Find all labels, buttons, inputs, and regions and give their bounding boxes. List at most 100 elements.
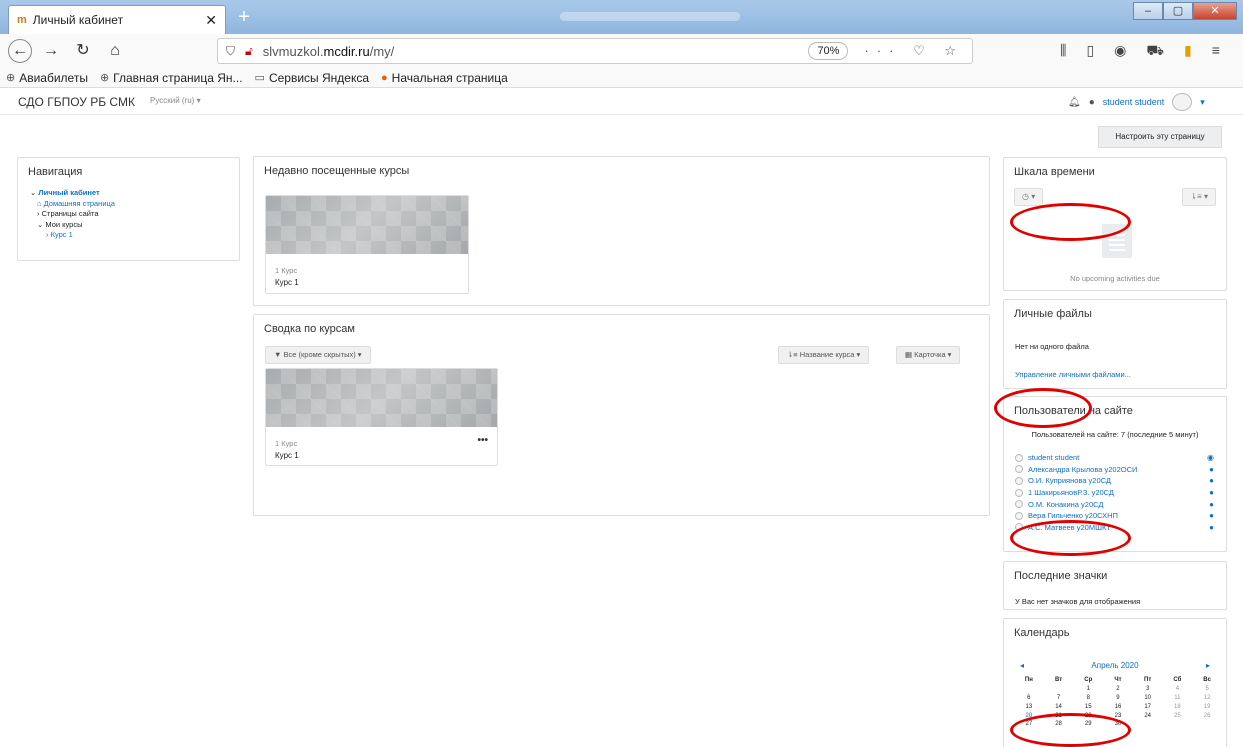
- calendar-day[interactable]: 20: [1014, 711, 1044, 720]
- calendar-day[interactable]: 17: [1133, 702, 1163, 711]
- course-name[interactable]: Курс 1: [275, 278, 299, 287]
- course-name[interactable]: Курс 1: [275, 451, 299, 460]
- calendar-day[interactable]: 11: [1163, 694, 1193, 703]
- message-icon[interactable]: ●: [1209, 465, 1214, 474]
- list-item[interactable]: О.М. Конакина у20СД ●: [1015, 498, 1214, 510]
- url-text[interactable]: slvmuzkol.mcdir.ru/my/: [263, 44, 809, 59]
- calendar-day[interactable]: 16: [1103, 702, 1133, 711]
- calendar-day[interactable]: 30: [1103, 720, 1133, 729]
- address-bar[interactable]: ⛉ 🔓︎ slvmuzkol.mcdir.ru/my/ 70% ··· ♡ ☆: [217, 38, 973, 64]
- bookmark-item[interactable]: ⊕ Авиабилеты: [6, 71, 88, 85]
- calendar-day[interactable]: 22: [1073, 711, 1103, 720]
- message-icon[interactable]: ●: [1209, 476, 1214, 485]
- eye-icon[interactable]: ◉: [1207, 453, 1214, 462]
- calendar-day[interactable]: [1133, 720, 1163, 729]
- course-image[interactable]: [266, 196, 468, 254]
- list-item[interactable]: О.И. Куприянова у20СД ●: [1015, 475, 1214, 487]
- back-icon[interactable]: ←: [8, 39, 32, 63]
- list-item[interactable]: student student ◉: [1015, 452, 1214, 464]
- new-tab-button[interactable]: +: [232, 6, 256, 30]
- account-icon[interactable]: ◉: [1114, 42, 1126, 61]
- course-card[interactable]: 1 Курс Курс 1 •••: [265, 368, 498, 466]
- message-icon[interactable]: ●: [1209, 500, 1214, 509]
- calendar-day[interactable]: 23: [1103, 711, 1133, 720]
- site-brand[interactable]: СДО ГБПОУ РБ СМК: [18, 95, 135, 109]
- bookmark-item[interactable]: ⊕ Главная страница Ян...: [100, 71, 243, 85]
- message-icon[interactable]: ●: [1209, 511, 1214, 520]
- message-icon[interactable]: ●: [1209, 523, 1214, 532]
- calendar-day[interactable]: 21: [1044, 711, 1074, 720]
- calendar-month[interactable]: Апрель 2020: [1091, 661, 1138, 670]
- calendar-day[interactable]: 25: [1163, 711, 1193, 720]
- calendar-day[interactable]: 1: [1073, 685, 1103, 694]
- calendar-day[interactable]: 10: [1133, 694, 1163, 703]
- sidebar-icon[interactable]: ▯: [1086, 42, 1094, 61]
- calendar-day[interactable]: [1163, 720, 1193, 729]
- zoom-level[interactable]: 70%: [808, 42, 849, 60]
- calendar-day[interactable]: 28: [1044, 720, 1074, 729]
- avatar[interactable]: [1172, 93, 1193, 111]
- list-item[interactable]: А.С. Матвеев у20МШКТ ●: [1015, 522, 1214, 534]
- list-item[interactable]: Вера Гильченко у20СХНП ●: [1015, 510, 1214, 522]
- forward-icon[interactable]: →: [38, 38, 64, 64]
- list-item[interactable]: Александра Крылова у202ОСИ ●: [1015, 464, 1214, 476]
- calendar-day[interactable]: [1014, 685, 1044, 694]
- extension-icon[interactable]: ▮: [1184, 42, 1192, 61]
- calendar-day[interactable]: 18: [1163, 702, 1193, 711]
- filter-dropdown[interactable]: ▼ Все (кроме скрытых) ▾: [265, 346, 371, 364]
- insecure-lock-icon[interactable]: 🔓︎: [245, 44, 253, 59]
- tab-close-icon[interactable]: ✕: [205, 12, 217, 29]
- tracking-shield-icon[interactable]: ⛉: [226, 44, 235, 59]
- calendar-day[interactable]: 26: [1192, 711, 1222, 720]
- maximize-button[interactable]: ▢: [1163, 2, 1193, 20]
- bookmark-item[interactable]: ▭ Сервисы Яндекса: [255, 71, 369, 85]
- course-actions-menu[interactable]: •••: [477, 435, 488, 446]
- calendar-day[interactable]: 9: [1103, 694, 1133, 703]
- list-item[interactable]: 1 ШакирьяновР.З. у20СД ●: [1015, 487, 1214, 499]
- calendar-day[interactable]: 2: [1103, 685, 1133, 694]
- page-actions-icon[interactable]: ··· ♡ ☆: [864, 43, 964, 59]
- customize-page-button[interactable]: Настроить эту страницу: [1098, 126, 1222, 148]
- calendar-day[interactable]: [1044, 685, 1074, 694]
- nav-item-home[interactable]: ⌂ Домашняя страница: [30, 199, 115, 210]
- nav-item-dashboard[interactable]: ⌄ Личный кабинет: [30, 188, 115, 199]
- calendar-day[interactable]: 6: [1014, 694, 1044, 703]
- sort-dropdown[interactable]: ⇂≡ Название курса ▾: [778, 346, 870, 364]
- calendar-day[interactable]: 8: [1073, 694, 1103, 703]
- timeline-filter-button[interactable]: ◷ ▾: [1014, 188, 1044, 206]
- calendar-day[interactable]: 4: [1163, 685, 1193, 694]
- calendar-day[interactable]: 19: [1192, 702, 1222, 711]
- calendar-day[interactable]: 7: [1044, 694, 1074, 703]
- manage-files-link[interactable]: Управление личными файлами...: [1015, 370, 1131, 379]
- reload-icon[interactable]: ↻: [70, 38, 96, 64]
- calendar-day[interactable]: 3: [1133, 685, 1163, 694]
- calendar-day[interactable]: 13: [1014, 702, 1044, 711]
- bookmark-item[interactable]: ● Начальная страница: [381, 71, 508, 85]
- calendar-day[interactable]: 27: [1014, 720, 1044, 729]
- cart-icon[interactable]: ⛟: [1146, 42, 1164, 61]
- library-icon[interactable]: ⫼: [1060, 42, 1066, 61]
- chevron-down-icon[interactable]: ▾: [1200, 97, 1205, 108]
- view-dropdown[interactable]: ▦ Карточка ▾: [896, 346, 961, 364]
- timeline-sort-button[interactable]: ⇂≡ ▾: [1182, 188, 1216, 206]
- language-menu[interactable]: Русский (ru) ▾: [150, 96, 201, 105]
- calendar-day[interactable]: [1192, 720, 1222, 729]
- calendar-day[interactable]: 5: [1192, 685, 1222, 694]
- nav-item-course[interactable]: › Курс 1: [30, 230, 115, 241]
- nav-item-my-courses[interactable]: ⌄ Мои курсы: [30, 220, 115, 231]
- course-image[interactable]: [266, 369, 497, 427]
- close-window-button[interactable]: ✕: [1193, 2, 1237, 20]
- minimize-button[interactable]: –: [1133, 2, 1163, 20]
- message-icon[interactable]: ●: [1209, 488, 1214, 497]
- prev-month-icon[interactable]: ◂: [1020, 661, 1024, 670]
- browser-tab[interactable]: m Личный кабинет ✕: [8, 5, 226, 34]
- home-icon[interactable]: ⌂: [102, 38, 128, 64]
- messages-icon[interactable]: ●: [1089, 97, 1095, 108]
- calendar-day[interactable]: 12: [1192, 694, 1222, 703]
- notifications-icon[interactable]: 🔔︎: [1068, 97, 1081, 108]
- calendar-day[interactable]: 24: [1133, 711, 1163, 720]
- calendar-day[interactable]: 14: [1044, 702, 1074, 711]
- user-menu[interactable]: 🔔︎ ● student student ▾: [1068, 93, 1205, 111]
- course-card[interactable]: 1 Курс Курс 1: [265, 195, 469, 294]
- user-name[interactable]: student student: [1103, 97, 1165, 107]
